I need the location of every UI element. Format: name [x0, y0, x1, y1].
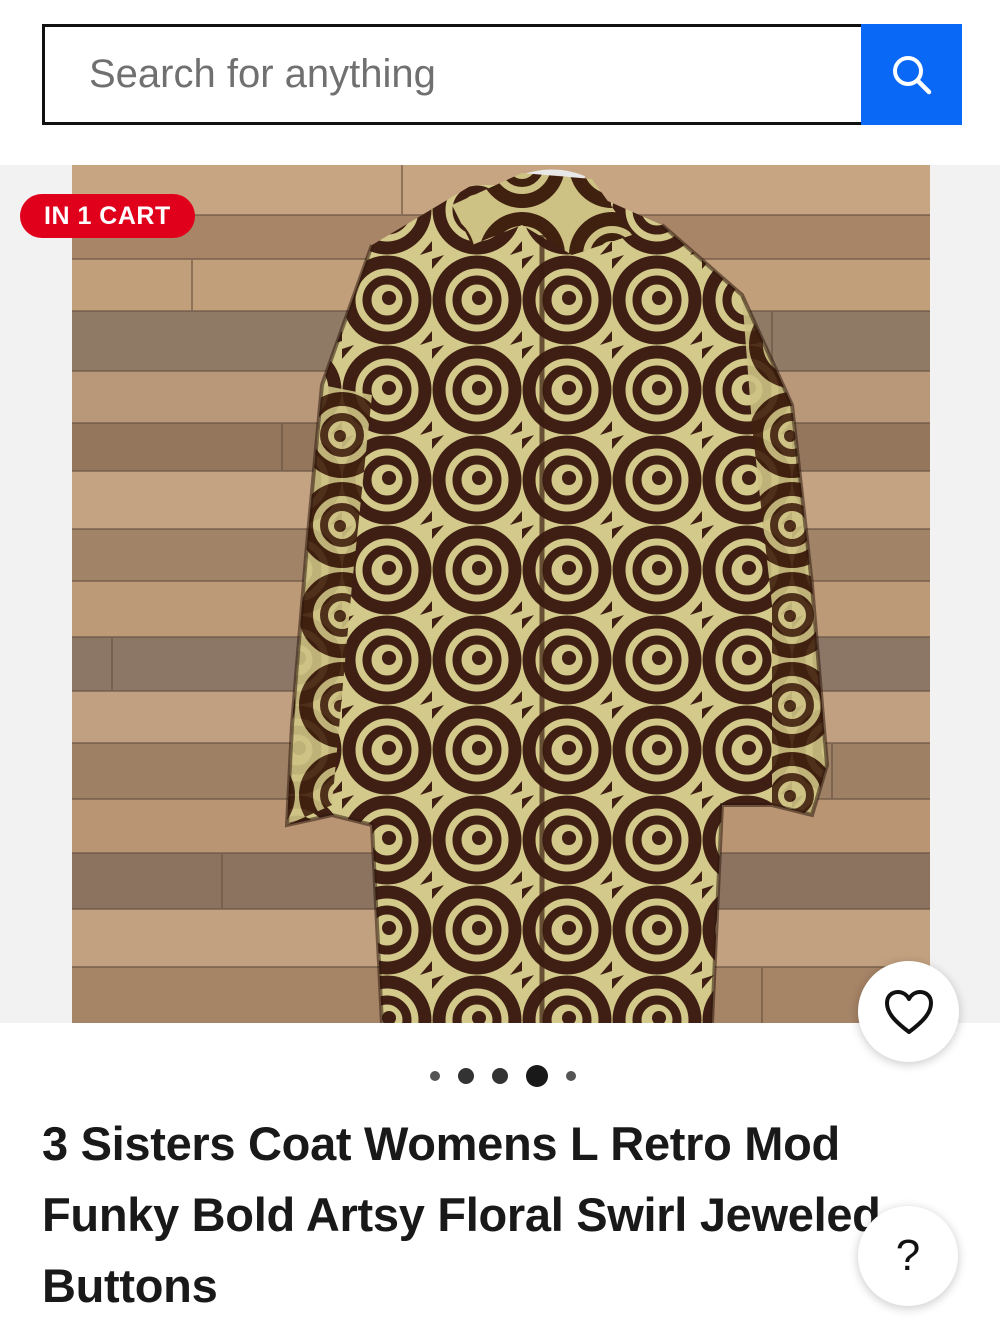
image-gallery[interactable]	[0, 165, 1000, 1023]
watch-button[interactable]	[858, 961, 959, 1062]
in-cart-badge: IN 1 CART	[20, 194, 195, 238]
carousel-dot[interactable]	[458, 1068, 474, 1084]
search-input[interactable]	[42, 24, 861, 125]
carousel-dot[interactable]	[566, 1071, 576, 1081]
product-image[interactable]	[72, 165, 930, 1023]
search-icon	[892, 55, 931, 94]
search-bar	[42, 24, 962, 125]
carousel-dot-active[interactable]	[526, 1065, 548, 1087]
question-mark-icon: ?	[895, 1231, 921, 1280]
search-button[interactable]	[861, 24, 962, 125]
carousel-dot[interactable]	[430, 1071, 440, 1081]
carousel-dots	[0, 1063, 1000, 1089]
listing-title: 3 Sisters Coat Womens L Retro Mod Funky …	[42, 1117, 881, 1312]
carousel-dot[interactable]	[492, 1068, 508, 1084]
help-button[interactable]: ?	[858, 1206, 958, 1306]
heart-icon	[884, 989, 933, 1034]
